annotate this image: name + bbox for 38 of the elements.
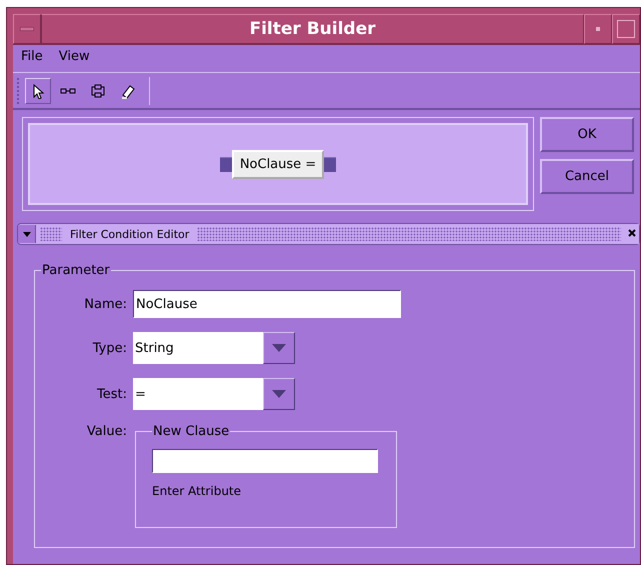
field-label: Value: — [86, 424, 127, 439]
connector-port — [324, 156, 336, 172]
group-title: Parameter — [41, 263, 111, 278]
down-triangle-icon — [22, 230, 30, 238]
dropdown-field[interactable]: = — [133, 378, 263, 410]
name-field[interactable]: NoClause — [133, 290, 401, 318]
eraser-icon — [120, 83, 136, 99]
drag-grip[interactable] — [197, 227, 621, 241]
caret-icon — [272, 390, 286, 398]
maximize-icon — [617, 20, 635, 38]
close-button[interactable] — [625, 224, 639, 244]
maximize-button[interactable] — [612, 14, 640, 44]
minimize-button[interactable] — [584, 14, 612, 44]
field-label: Type: — [92, 340, 127, 356]
caret-icon — [272, 344, 286, 352]
drag-grip[interactable] — [40, 227, 62, 241]
attribute-field[interactable] — [152, 449, 378, 473]
dropdown-button[interactable] — [263, 332, 295, 364]
menu-item[interactable]: File — [21, 49, 43, 67]
window-menu-button[interactable] — [13, 14, 41, 44]
dialog-button[interactable]: OK — [540, 117, 634, 152]
hint-text: Enter Attribute — [152, 484, 242, 498]
tool-button[interactable] — [25, 78, 51, 104]
dropdown-button[interactable] — [263, 378, 295, 410]
close-icon — [628, 229, 636, 237]
minimize-icon — [596, 27, 600, 31]
collapse-toggle[interactable] — [18, 225, 36, 243]
connector-port — [220, 156, 232, 172]
clause-node[interactable]: NoClause = — [232, 150, 324, 178]
window-title: Filter Builder — [41, 14, 584, 44]
dropdown-field[interactable]: String — [133, 332, 263, 364]
group-title: New Clause — [152, 424, 230, 439]
field-label: Name: — [84, 296, 127, 312]
menu-item[interactable]: View — [58, 49, 90, 67]
minus-icon — [20, 27, 34, 31]
node-icon — [90, 83, 106, 99]
field-label: Test: — [97, 386, 127, 402]
dialog-button[interactable]: Cancel — [540, 159, 634, 194]
